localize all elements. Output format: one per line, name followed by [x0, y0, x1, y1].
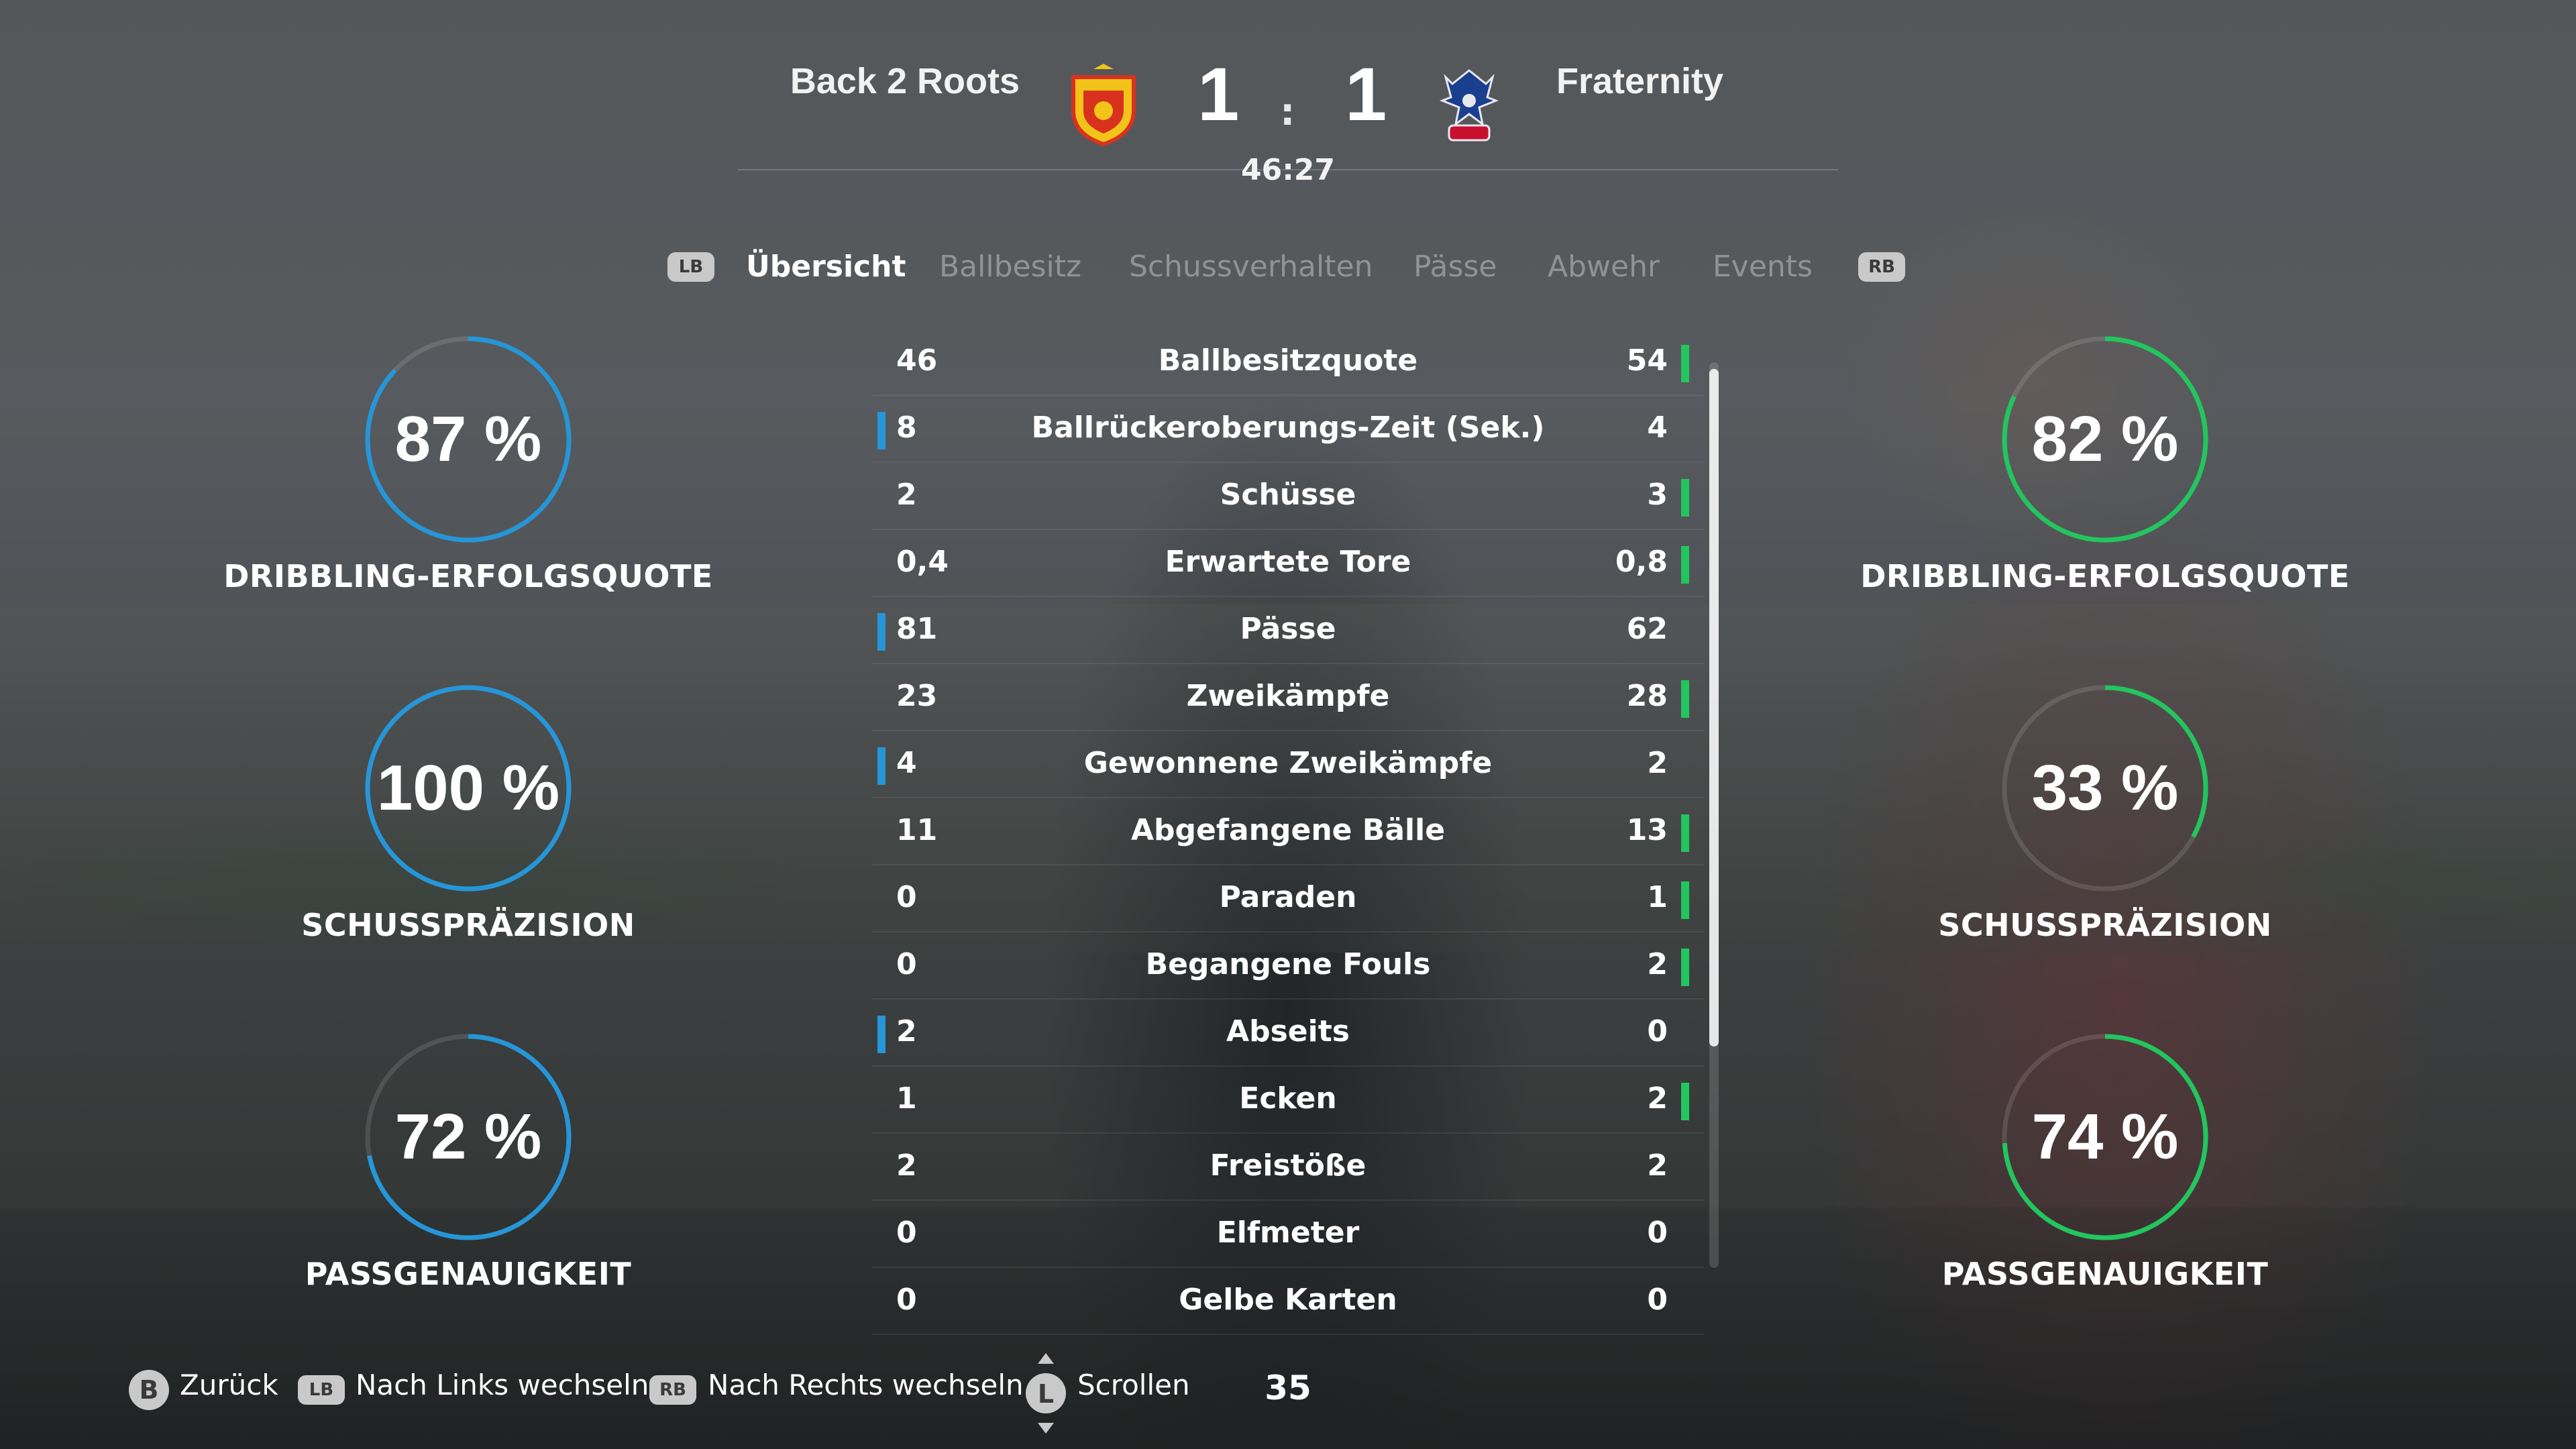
stat-label: Ballrückeroberungs-Zeit (Sek.)	[1031, 411, 1545, 445]
stat-row: 0 Gelbe Karten 0	[872, 1268, 1704, 1335]
away-stat-value: 0,8	[1615, 545, 1668, 579]
stat-label: Schüsse	[1220, 478, 1356, 512]
stat-row: 2 Abseits 0	[872, 1000, 1704, 1067]
away-pass-accuracy-label: PASSGENAUIGKEIT	[1941, 1256, 2269, 1292]
away-stat-value: 2	[1647, 746, 1668, 780]
l-stick-letter: L	[1038, 1379, 1054, 1409]
stat-row: 8 Ballrückeroberungs-Zeit (Sek.) 4	[872, 396, 1704, 463]
away-leader-bar	[1681, 546, 1689, 584]
home-shot-accuracy-label: SCHUSSPRÄZISION	[301, 907, 635, 943]
scroll-label[interactable]: Scrollen	[1077, 1368, 1190, 1401]
b-button-icon[interactable]: B	[129, 1370, 169, 1410]
tab-schussverhalten[interactable]: Schussverhalten	[1129, 250, 1373, 284]
home-dribbling-label: DRIBBLING-ERFOLGSQUOTE	[223, 558, 713, 594]
away-dribbling-label: DRIBBLING-ERFOLGSQUOTE	[1860, 558, 2350, 594]
away-dribbling-value: 82 %	[2031, 403, 2179, 475]
stat-row: 0 Begangene Fouls 2	[872, 932, 1704, 1000]
stat-label: Abgefangene Bälle	[1130, 813, 1446, 847]
stat-row: 23 Zweikämpfe 28	[872, 664, 1704, 731]
lb-button-icon[interactable]: LB	[667, 252, 714, 282]
home-pass-accuracy-label: PASSGENAUIGKEIT	[305, 1256, 632, 1292]
home-dribbling-gauge: 87 %	[361, 332, 576, 547]
away-leader-bar	[1681, 814, 1689, 852]
stat-label: Ballbesitzquote	[1158, 343, 1418, 378]
away-leader-bar	[1681, 949, 1689, 986]
stat-label: Begangene Fouls	[1145, 947, 1431, 981]
stat-row: 0 Paraden 1	[872, 865, 1704, 932]
away-stat-value: 28	[1626, 679, 1668, 713]
home-score: 1	[1197, 52, 1240, 136]
away-stat-value: 0	[1647, 1216, 1668, 1250]
away-dribbling-gauge: 82 %	[1998, 332, 2212, 547]
away-leader-bar	[1681, 680, 1689, 718]
stat-row: 4 Gewonnene Zweikämpfe 2	[872, 731, 1704, 798]
stat-label: Abseits	[1226, 1014, 1350, 1049]
home-team-crest-icon	[1067, 64, 1140, 147]
stats-table[interactable]: 46 Ballbesitzquote 54 8 Ballrückeroberungs-…	[872, 329, 1704, 1335]
away-pass-accuracy-gauge: 74 %	[1998, 1030, 2212, 1244]
lb-footer-button-icon[interactable]: LB	[298, 1375, 345, 1405]
left-stick-icon[interactable]: L	[1024, 1352, 1068, 1435]
rb-footer-button-icon[interactable]: RB	[649, 1375, 696, 1405]
stat-row: 2 Freistöße 2	[872, 1134, 1704, 1201]
switch-left-label[interactable]: Nach Links wechseln	[356, 1368, 649, 1401]
stat-label: Erwartete Tore	[1165, 545, 1411, 579]
away-shot-accuracy-value: 33 %	[2031, 752, 2179, 824]
home-pass-accuracy-value: 72 %	[394, 1101, 542, 1173]
score-separator: :	[1280, 91, 1295, 134]
stat-label: Pässe	[1240, 612, 1336, 646]
home-pass-accuracy-gauge: 72 %	[361, 1030, 576, 1244]
stat-row: 81 Pässe 62	[872, 597, 1704, 664]
stat-label: Ecken	[1239, 1081, 1337, 1116]
away-stat-value: 54	[1626, 343, 1668, 378]
stat-label: Gelbe Karten	[1179, 1283, 1397, 1317]
away-stat-value: 0	[1647, 1283, 1668, 1317]
stats-scrollbar-thumb[interactable]	[1709, 369, 1719, 1046]
away-score: 1	[1345, 52, 1387, 136]
stat-row: 0,4 Erwartete Tore 0,8	[872, 530, 1704, 597]
tab-events[interactable]: Events	[1713, 250, 1813, 284]
away-leader-bar	[1681, 479, 1689, 517]
away-stat-value: 0	[1647, 1014, 1668, 1049]
rb-button-icon[interactable]: RB	[1858, 252, 1905, 282]
stat-label: Freistöße	[1210, 1148, 1366, 1183]
away-stat-value: 3	[1647, 478, 1668, 512]
stat-row: 1 Ecken 2	[872, 1067, 1704, 1134]
stat-row: 46 Ballbesitzquote 54	[872, 329, 1704, 396]
away-shot-accuracy-gauge: 33 %	[1998, 681, 2212, 896]
away-leader-bar	[1681, 345, 1689, 382]
away-team-crest-icon	[1432, 64, 1506, 147]
away-stat-value: 62	[1626, 612, 1668, 646]
away-leader-bar	[1681, 881, 1689, 919]
away-stat-value: 1	[1647, 880, 1668, 914]
away-leader-bar	[1681, 1083, 1689, 1120]
away-pass-accuracy-value: 74 %	[2031, 1101, 2179, 1173]
stat-label: Paraden	[1219, 880, 1357, 914]
tab-paesse[interactable]: Pässe	[1413, 250, 1497, 284]
away-stat-value: 4	[1647, 411, 1668, 445]
stat-label: Gewonnene Zweikämpfe	[1083, 746, 1493, 780]
match-clock: 46:27	[1240, 153, 1336, 187]
switch-right-label[interactable]: Nach Rechts wechseln	[708, 1368, 1024, 1401]
away-stat-value: 2	[1647, 947, 1668, 981]
tab-ballbesitz[interactable]: Ballbesitz	[939, 250, 1081, 284]
away-team-name: Fraternity	[1556, 61, 1724, 101]
away-stat-value: 2	[1647, 1148, 1668, 1183]
tab-uebersicht[interactable]: Übersicht	[746, 250, 906, 284]
away-stat-value: 2	[1647, 1081, 1668, 1116]
away-shot-accuracy-label: SCHUSSPRÄZISION	[1938, 907, 2272, 943]
home-team-name: Back 2 Roots	[790, 61, 1020, 101]
page-number: 35	[1265, 1368, 1311, 1407]
home-dribbling-value: 87 %	[394, 403, 542, 475]
home-shot-accuracy-gauge: 100 %	[361, 681, 576, 896]
stat-row: 2 Schüsse 3	[872, 463, 1704, 530]
tab-abwehr[interactable]: Abwehr	[1548, 250, 1660, 284]
stat-row: 0 Elfmeter 0	[872, 1201, 1704, 1268]
stat-label: Zweikämpfe	[1186, 679, 1390, 713]
stat-label: Elfmeter	[1216, 1216, 1360, 1250]
back-label[interactable]: Zurück	[180, 1368, 278, 1401]
stat-row: 11 Abgefangene Bälle 13	[872, 798, 1704, 865]
away-stat-value: 13	[1626, 813, 1668, 847]
home-shot-accuracy-value: 100 %	[376, 752, 560, 824]
